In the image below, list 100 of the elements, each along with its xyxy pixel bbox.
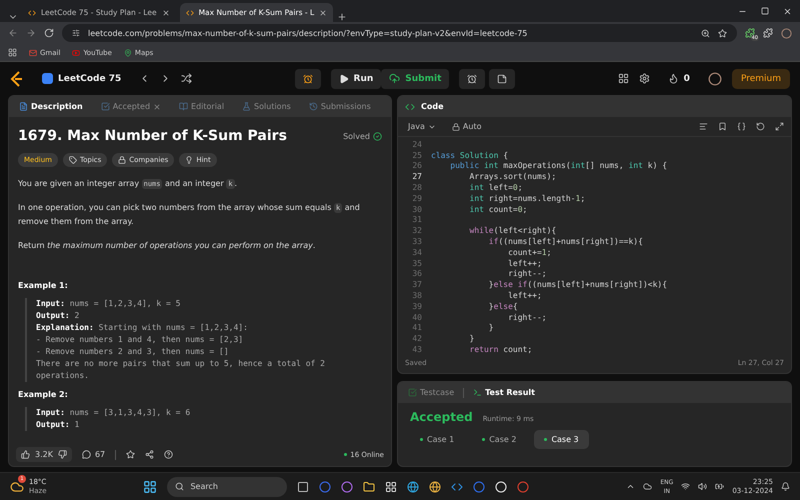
share-icon[interactable]	[145, 450, 154, 459]
volume-icon[interactable]	[698, 482, 708, 491]
grid-icon[interactable]	[618, 73, 629, 84]
shuffle-icon[interactable]	[181, 73, 192, 84]
case-tab[interactable]: Case 3	[534, 430, 589, 449]
status-dot	[544, 438, 548, 441]
bookmark-icon[interactable]	[718, 122, 727, 131]
code-line: int right=nums.length-1;	[468, 194, 586, 203]
line-number: 39	[411, 302, 422, 311]
auto-mode-toggle[interactable]: Auto	[448, 122, 484, 131]
close-icon[interactable]	[162, 8, 170, 16]
checkbox-icon	[408, 388, 417, 397]
debug-button[interactable]	[294, 68, 321, 88]
code-line: int left=0;	[468, 183, 523, 192]
battery-icon[interactable]	[715, 482, 724, 491]
reload-icon[interactable]	[44, 28, 54, 38]
like-icon[interactable]	[21, 450, 30, 459]
code-line: Arrays.sort(nums);	[468, 172, 556, 182]
task-view-icon[interactable]	[297, 480, 310, 492]
store-icon[interactable]	[385, 480, 398, 492]
study-plan-button[interactable]: LeetCode 75	[34, 68, 130, 88]
folder-icon[interactable]	[363, 480, 376, 492]
book-icon	[179, 102, 188, 111]
comment-icon[interactable]	[82, 450, 91, 459]
line-number: 27	[411, 172, 422, 182]
status-dot	[420, 438, 423, 441]
site-settings-icon	[72, 29, 80, 37]
overflow-icon[interactable]	[626, 482, 636, 491]
editor-icon[interactable]	[451, 480, 464, 492]
profile-avatar[interactable]	[781, 28, 792, 38]
lightbulb-icon	[185, 156, 194, 164]
code-line: return count;	[468, 345, 532, 354]
close-icon[interactable]	[783, 6, 792, 16]
streak-button[interactable]: 0	[660, 68, 698, 88]
line-number: 43	[411, 345, 422, 354]
settings-icon[interactable]	[638, 73, 650, 84]
notes-button[interactable]	[489, 68, 516, 88]
panel-tab[interactable]: Accepted	[98, 102, 164, 111]
panel-tab[interactable]: Solutions	[239, 102, 294, 111]
maximize-icon[interactable]	[761, 6, 769, 14]
example-line: Output: 1	[36, 419, 80, 431]
line-number: 25	[411, 150, 422, 160]
solved-status: Solved	[343, 132, 370, 140]
extensions-icon[interactable]	[763, 28, 773, 38]
panel-tab[interactable]: Submissions	[306, 102, 374, 111]
format-icon[interactable]	[699, 122, 708, 131]
panel-tab[interactable]: Test Result	[470, 388, 538, 397]
language-dropdown[interactable]: Java	[405, 122, 439, 131]
reset-icon[interactable]	[756, 122, 765, 131]
site-icon	[28, 8, 36, 16]
logo-icon[interactable]	[10, 70, 24, 86]
example-line: Input: nums = [3,1,3,4,3], k = 6	[36, 407, 192, 419]
online-dot	[344, 453, 348, 456]
weather-icon[interactable]	[10, 480, 24, 494]
description-paragraph: Return the maximum number of operations you can perform on the array.	[18, 240, 316, 252]
line-number: 29	[411, 194, 422, 203]
history-icon	[308, 102, 318, 111]
panel-tab[interactable]: Description	[16, 102, 86, 111]
code-line: }else{	[488, 302, 518, 311]
line-number: 33	[411, 237, 422, 246]
bookmark-star-icon[interactable]	[718, 28, 727, 38]
bell-icon[interactable]	[781, 482, 790, 491]
close-icon[interactable]	[319, 8, 328, 16]
timer-button[interactable]	[459, 68, 486, 88]
panel-tab[interactable]: Testcase	[405, 388, 458, 397]
help-icon[interactable]	[164, 450, 174, 459]
note-icon	[497, 74, 508, 84]
code-line: while(left<right){	[468, 226, 556, 236]
run-button[interactable]: Run	[330, 68, 382, 88]
line-number: 41	[411, 323, 422, 332]
line-number: 30	[411, 204, 422, 214]
start-icon[interactable]	[143, 480, 158, 494]
line-number: 38	[411, 291, 422, 300]
video-icon	[72, 48, 80, 56]
zoom-icon[interactable]	[701, 28, 710, 38]
submit-button[interactable]: Submit	[381, 68, 450, 88]
cloud-icon[interactable]	[643, 482, 652, 491]
new-tab-icon[interactable]	[337, 12, 348, 22]
forward-icon[interactable]	[26, 28, 36, 38]
browser-icon[interactable]	[407, 480, 420, 492]
code-icon	[405, 102, 415, 112]
code-line: }else if((nums[left]+nums[right])<k){	[488, 280, 668, 290]
panel-tab[interactable]: Editorial	[176, 102, 228, 111]
apps-icon[interactable]	[8, 48, 17, 57]
dislike-icon[interactable]	[58, 450, 67, 459]
case-tab[interactable]: Case 2	[472, 430, 526, 449]
star-icon[interactable]	[126, 450, 136, 459]
back-icon[interactable]	[8, 28, 18, 38]
wifi-icon[interactable]	[681, 482, 690, 491]
site-icon	[186, 8, 194, 16]
braces-icon[interactable]	[737, 122, 746, 131]
example-line: - Remove numbers 2 and 3, then nums = []	[36, 346, 230, 358]
taskbar-search[interactable]: Search	[167, 476, 288, 496]
check-circle-icon	[373, 132, 382, 140]
avatar-icon[interactable]	[708, 72, 722, 86]
code-line: count+=1;	[507, 248, 552, 257]
address-bar[interactable]: leetcode.com/problems/max-number-of-k-sum-pairs/description/?envType=study-plan-v2&envId=leetcode-75	[62, 24, 737, 42]
expand-icon[interactable]	[775, 122, 784, 131]
case-tab[interactable]: Case 1	[410, 430, 464, 449]
premium-button[interactable]: Premium	[732, 68, 790, 88]
